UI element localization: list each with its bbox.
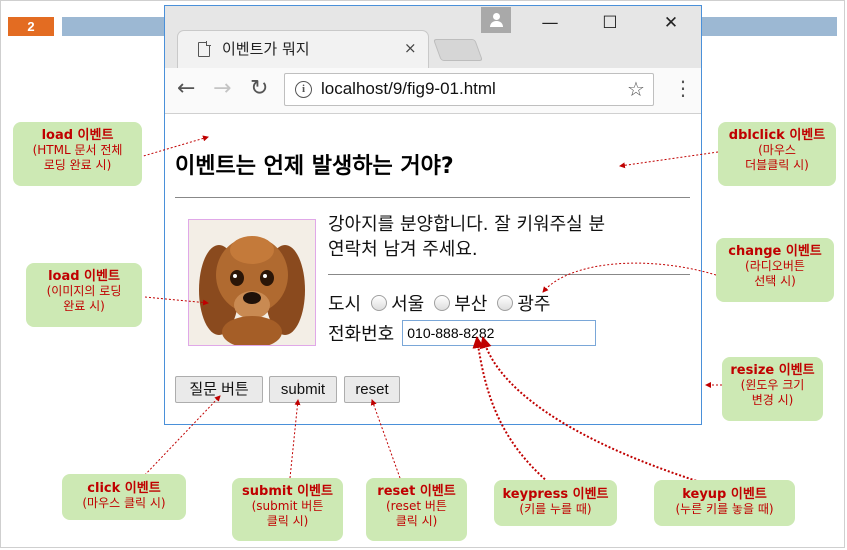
arrow-dblclick xyxy=(619,151,719,169)
callout-desc: (HTML 문서 전체 xyxy=(32,143,123,157)
callout-desc: (키를 누를 때) xyxy=(519,502,592,516)
callout-desc: 변경 시) xyxy=(751,393,794,407)
arrow-keyup xyxy=(479,336,701,483)
callout-desc: (이미지의 로딩 xyxy=(46,284,122,298)
callout-title: keyup 이벤트 xyxy=(682,487,767,502)
callout-title: resize 이벤트 xyxy=(730,363,815,378)
callout-desc: (마우스 클릭 시) xyxy=(82,496,166,510)
callout-desc: 더블클릭 시) xyxy=(745,158,809,172)
callout-title: change 이벤트 xyxy=(728,244,822,259)
callout-change: change 이벤트 (라디오버튼 선택 시) xyxy=(716,238,834,302)
callout-reset: reset 이벤트 (reset 버튼 클릭 시) xyxy=(366,478,467,541)
arrow-load-page xyxy=(139,135,209,158)
callout-title: submit 이벤트 xyxy=(242,484,333,499)
arrow-click xyxy=(141,395,221,479)
callout-desc: (누른 키를 놓을 때) xyxy=(675,502,774,516)
callout-keyup: keyup 이벤트 (누른 키를 놓을 때) xyxy=(654,480,795,526)
callout-title: load 이벤트 xyxy=(41,128,114,143)
callout-submit: submit 이벤트 (submit 버튼 클릭 시) xyxy=(232,478,343,541)
callout-desc: 클릭 시) xyxy=(395,514,438,528)
callout-load-page: load 이벤트 (HTML 문서 전체 로딩 완료 시) xyxy=(13,122,142,186)
callout-desc: (윈도우 크기 xyxy=(740,378,805,392)
callout-resize: resize 이벤트 (윈도우 크기 변경 시) xyxy=(722,357,823,421)
arrow-keypress xyxy=(472,336,549,483)
callout-keypress: keypress 이벤트 (키를 누를 때) xyxy=(494,480,617,526)
callout-desc: 로딩 완료 시) xyxy=(43,158,112,172)
callout-desc: 클릭 시) xyxy=(266,514,309,528)
callout-title: keypress 이벤트 xyxy=(502,487,609,502)
callout-title: load 이벤트 xyxy=(48,269,120,284)
arrow-submit xyxy=(289,399,301,479)
callout-title: dblclick 이벤트 xyxy=(728,128,826,143)
callout-load-image: load 이벤트 (이미지의 로딩 완료 시) xyxy=(26,263,142,327)
callout-desc: 완료 시) xyxy=(63,299,105,313)
callout-desc: (reset 버튼 xyxy=(386,499,447,513)
arrow-reset xyxy=(370,399,401,479)
callout-title: reset 이벤트 xyxy=(377,484,456,499)
arrow-change xyxy=(542,262,717,293)
callout-desc: (라디오버튼 xyxy=(745,259,805,273)
arrow-load-image xyxy=(144,296,209,306)
callout-desc: (submit 버튼 xyxy=(251,499,324,513)
callout-title: click 이벤트 xyxy=(87,481,161,496)
callout-click: click 이벤트 (마우스 클릭 시) xyxy=(62,474,186,520)
callout-desc: (마우스 xyxy=(758,143,796,157)
callout-dblclick: dblclick 이벤트 (마우스 더블클릭 시) xyxy=(718,122,836,186)
callout-desc: 선택 시) xyxy=(754,274,796,288)
